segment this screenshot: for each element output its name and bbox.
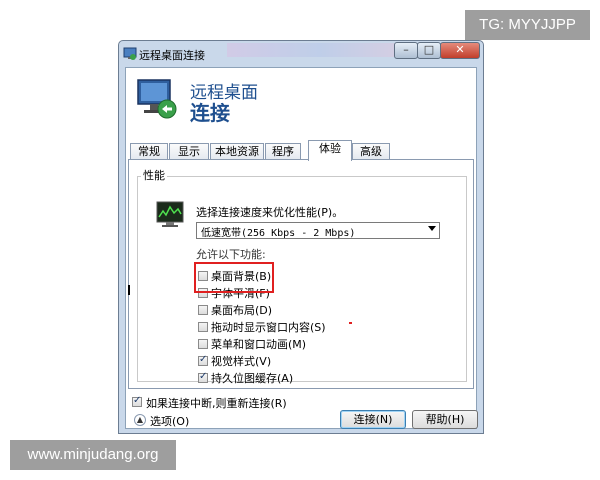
options-toggle-label[interactable]: 选项(O) bbox=[150, 413, 189, 429]
banner-title-line2: 连接 bbox=[190, 101, 230, 125]
annotation-highlight-box bbox=[194, 262, 274, 293]
remote-desktop-app-icon bbox=[123, 47, 137, 60]
close-button[interactable]: ✕ bbox=[440, 42, 480, 59]
tab-strip: 常规 显示 本地资源 程序 体验 高级 bbox=[126, 140, 476, 161]
reconnect-checkbox[interactable] bbox=[132, 395, 142, 407]
title-bar[interactable]: 远程桌面连接 – □ ✕ bbox=[119, 41, 483, 67]
dialog-client-area: 远程桌面 连接 常规 显示 本地资源 程序 体验 高级 选择连接速度来优化性能(… bbox=[125, 67, 478, 430]
visual-styles-label: 视觉样式(V) bbox=[211, 355, 272, 368]
tab-experience[interactable]: 体验 bbox=[308, 140, 352, 161]
remote-desktop-window: 远程桌面连接 – □ ✕ 远程桌面 连接 常规 显示 本地资源 程序 体验 高级 bbox=[118, 40, 484, 434]
bitmap-caching-label: 持久位图缓存(A) bbox=[211, 372, 294, 385]
connection-speed-select[interactable]: 低速宽带(256 Kbps - 2 Mbps) bbox=[196, 222, 440, 239]
chevron-down-icon bbox=[428, 226, 436, 231]
performance-monitor-icon bbox=[156, 201, 184, 227]
tab-programs[interactable]: 程序 bbox=[265, 143, 301, 160]
help-button[interactable]: 帮助(H) bbox=[412, 410, 478, 429]
text-cursor-mark bbox=[128, 285, 130, 295]
visual-styles-checkbox[interactable] bbox=[198, 354, 208, 366]
desktop-composition-label: 桌面布局(D) bbox=[211, 304, 273, 317]
red-dot-mark bbox=[349, 322, 352, 324]
minimize-button[interactable]: – bbox=[394, 42, 418, 59]
header-banner: 远程桌面 连接 bbox=[126, 68, 476, 138]
tab-general[interactable]: 常规 bbox=[130, 143, 168, 160]
allow-features-label: 允许以下功能: bbox=[196, 248, 266, 261]
desktop-composition-checkbox[interactable] bbox=[198, 305, 208, 315]
telegram-overlay-badge: TG: MYYJJPP bbox=[465, 10, 590, 40]
options-expand-icon[interactable]: ▲ bbox=[134, 414, 146, 426]
experience-tab-panel: 选择连接速度来优化性能(P)。 低速宽带(256 Kbps - 2 Mbps) … bbox=[128, 159, 474, 389]
tab-display[interactable]: 显示 bbox=[169, 143, 209, 160]
connection-speed-label: 选择连接速度来优化性能(P)。 bbox=[196, 206, 344, 219]
performance-group: 选择连接速度来优化性能(P)。 低速宽带(256 Kbps - 2 Mbps) … bbox=[137, 176, 467, 385]
menu-animation-label: 菜单和窗口动画(M) bbox=[211, 338, 307, 351]
bitmap-caching-checkbox[interactable] bbox=[198, 371, 208, 383]
show-window-contents-checkbox[interactable] bbox=[198, 322, 208, 332]
connection-speed-value: 低速宽带(256 Kbps - 2 Mbps) bbox=[201, 228, 356, 239]
website-watermark: www.minjudang.org bbox=[10, 440, 176, 470]
menu-animation-checkbox[interactable] bbox=[198, 339, 208, 349]
show-window-contents-label: 拖动时显示窗口内容(S) bbox=[211, 321, 326, 334]
connect-button[interactable]: 连接(N) bbox=[340, 410, 406, 429]
performance-group-label: 性能 bbox=[141, 167, 167, 183]
tab-advanced[interactable]: 高级 bbox=[352, 143, 390, 160]
tab-local-resources[interactable]: 本地资源 bbox=[210, 143, 264, 160]
remote-desktop-monitor-icon bbox=[137, 79, 177, 119]
window-title: 远程桌面连接 bbox=[139, 49, 205, 62]
maximize-button[interactable]: □ bbox=[417, 42, 441, 59]
dialog-button-bar: ▲ 选项(O) 连接(N) 帮助(H) bbox=[126, 408, 478, 430]
